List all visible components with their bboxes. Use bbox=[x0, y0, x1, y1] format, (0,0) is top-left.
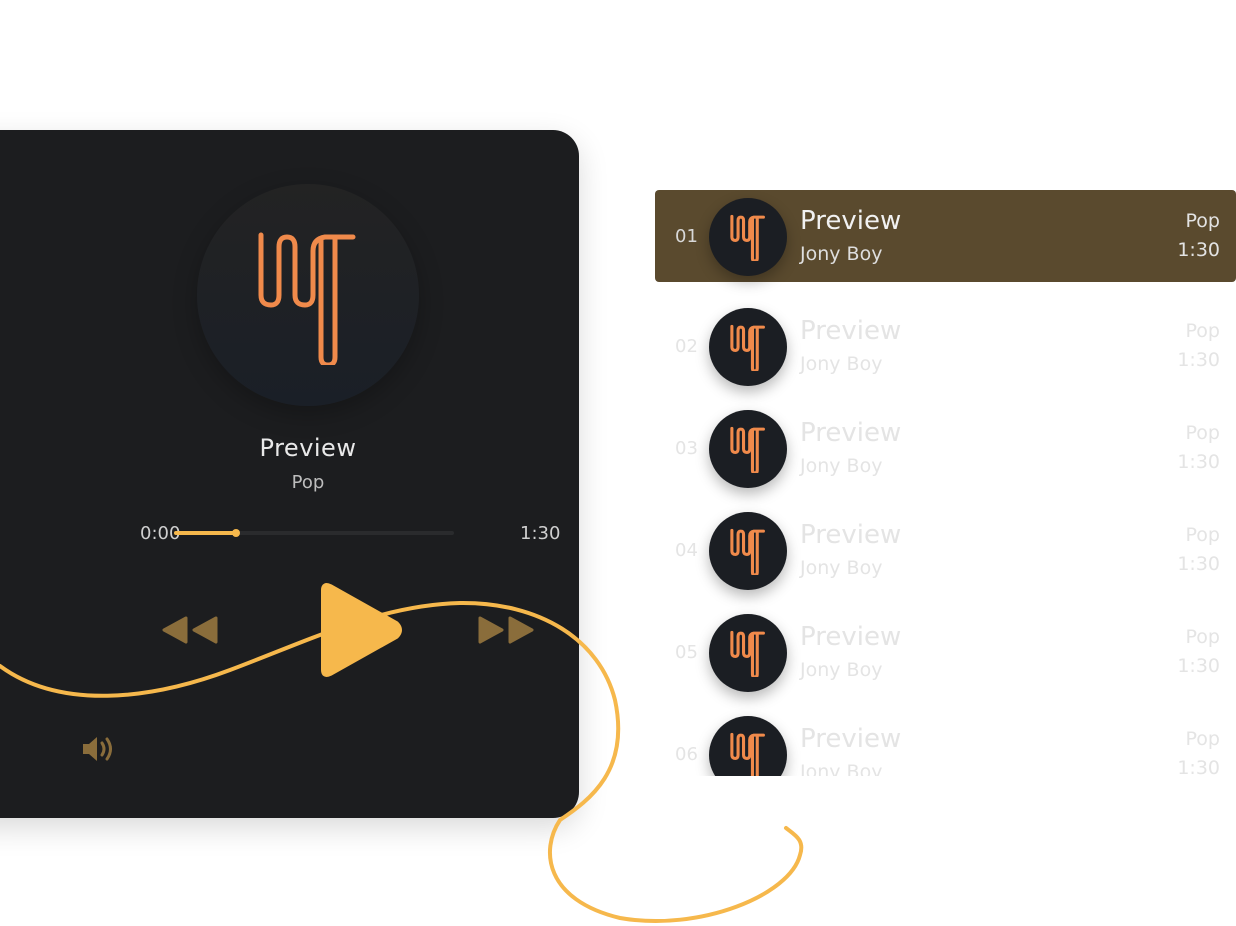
forward-button[interactable] bbox=[476, 616, 536, 648]
track-thumbnail bbox=[709, 308, 787, 386]
play-icon bbox=[321, 583, 402, 677]
waveform-logo-icon bbox=[258, 232, 356, 365]
track-genre: Pop bbox=[1185, 320, 1220, 342]
rewind-button[interactable] bbox=[160, 616, 220, 648]
playlist-row[interactable]: 01 Preview Jony Boy Pop 1:30 bbox=[655, 190, 1236, 282]
track-thumbnail bbox=[709, 410, 787, 488]
progress-fill bbox=[174, 531, 236, 535]
waveform-logo-icon bbox=[730, 214, 765, 261]
playlist-row[interactable]: 03 Preview Jony Boy Pop 1:30 bbox=[655, 402, 1236, 494]
track-thumbnail bbox=[709, 512, 787, 590]
track-artist: Jony Boy bbox=[800, 353, 883, 375]
play-button[interactable] bbox=[318, 582, 404, 682]
total-time: 1:30 bbox=[520, 523, 561, 544]
track-artist: Jony Boy bbox=[800, 455, 883, 477]
track-genre: Pop bbox=[1185, 626, 1220, 648]
track-artist: Jony Boy bbox=[800, 557, 883, 579]
track-thumbnail bbox=[709, 614, 787, 692]
track-number: 02 bbox=[675, 336, 698, 357]
waveform-logo-icon bbox=[730, 630, 765, 677]
waveform-logo-icon bbox=[730, 324, 765, 371]
track-duration: 1:30 bbox=[1177, 757, 1220, 776]
track-title: Preview bbox=[800, 724, 902, 754]
track-title: Preview bbox=[800, 206, 902, 236]
track-number: 01 bbox=[675, 226, 698, 247]
track-genre: Pop bbox=[1185, 524, 1220, 546]
waveform-logo-icon bbox=[730, 732, 765, 776]
track-thumbnail bbox=[709, 198, 787, 276]
track-title: Preview bbox=[800, 418, 902, 448]
track-number: 05 bbox=[675, 642, 698, 663]
waveform-logo-icon bbox=[730, 426, 765, 473]
track-thumbnail bbox=[709, 716, 787, 776]
track-genre: Pop bbox=[1185, 210, 1220, 232]
volume-icon bbox=[83, 737, 112, 761]
track-duration: 1:30 bbox=[1177, 239, 1220, 261]
fast-forward-icon bbox=[478, 616, 534, 644]
track-number: 06 bbox=[675, 744, 698, 765]
playlist-row[interactable]: 02 Preview Jony Boy Pop 1:30 bbox=[655, 300, 1236, 392]
waveform-logo-icon bbox=[730, 528, 765, 575]
progress-knob[interactable] bbox=[231, 529, 240, 537]
playlist-row[interactable]: 04 Preview Jony Boy Pop 1:30 bbox=[655, 504, 1236, 596]
playlist-row[interactable]: 05 Preview Jony Boy Pop 1:30 bbox=[655, 606, 1236, 698]
progress-bar[interactable] bbox=[174, 529, 454, 537]
track-genre: Pop bbox=[291, 472, 325, 493]
album-art bbox=[197, 184, 419, 406]
track-genre: Pop bbox=[1185, 422, 1220, 444]
track-artist: Jony Boy bbox=[800, 243, 883, 265]
track-artist: Jony Boy bbox=[800, 659, 883, 681]
rewind-icon bbox=[162, 616, 218, 644]
track-title: Preview bbox=[259, 434, 357, 462]
player-card: Preview Pop 0:00 1:30 bbox=[0, 130, 579, 818]
track-artist: Jony Boy bbox=[800, 761, 883, 776]
track-duration: 1:30 bbox=[1177, 553, 1220, 575]
track-title: Preview bbox=[800, 520, 902, 550]
volume-button[interactable] bbox=[81, 734, 117, 768]
track-genre: Pop bbox=[1185, 728, 1220, 750]
playlist: 01 Preview Jony Boy Pop 1:30 02 Preview Jony Bo… bbox=[655, 190, 1236, 776]
track-title: Preview bbox=[800, 622, 902, 652]
track-title: Preview bbox=[800, 316, 902, 346]
track-number: 04 bbox=[675, 540, 698, 561]
track-duration: 1:30 bbox=[1177, 451, 1220, 473]
track-duration: 1:30 bbox=[1177, 655, 1220, 677]
track-number: 03 bbox=[675, 438, 698, 459]
track-duration: 1:30 bbox=[1177, 349, 1220, 371]
playlist-row[interactable]: 06 Preview Jony Boy Pop 1:30 bbox=[655, 708, 1236, 776]
